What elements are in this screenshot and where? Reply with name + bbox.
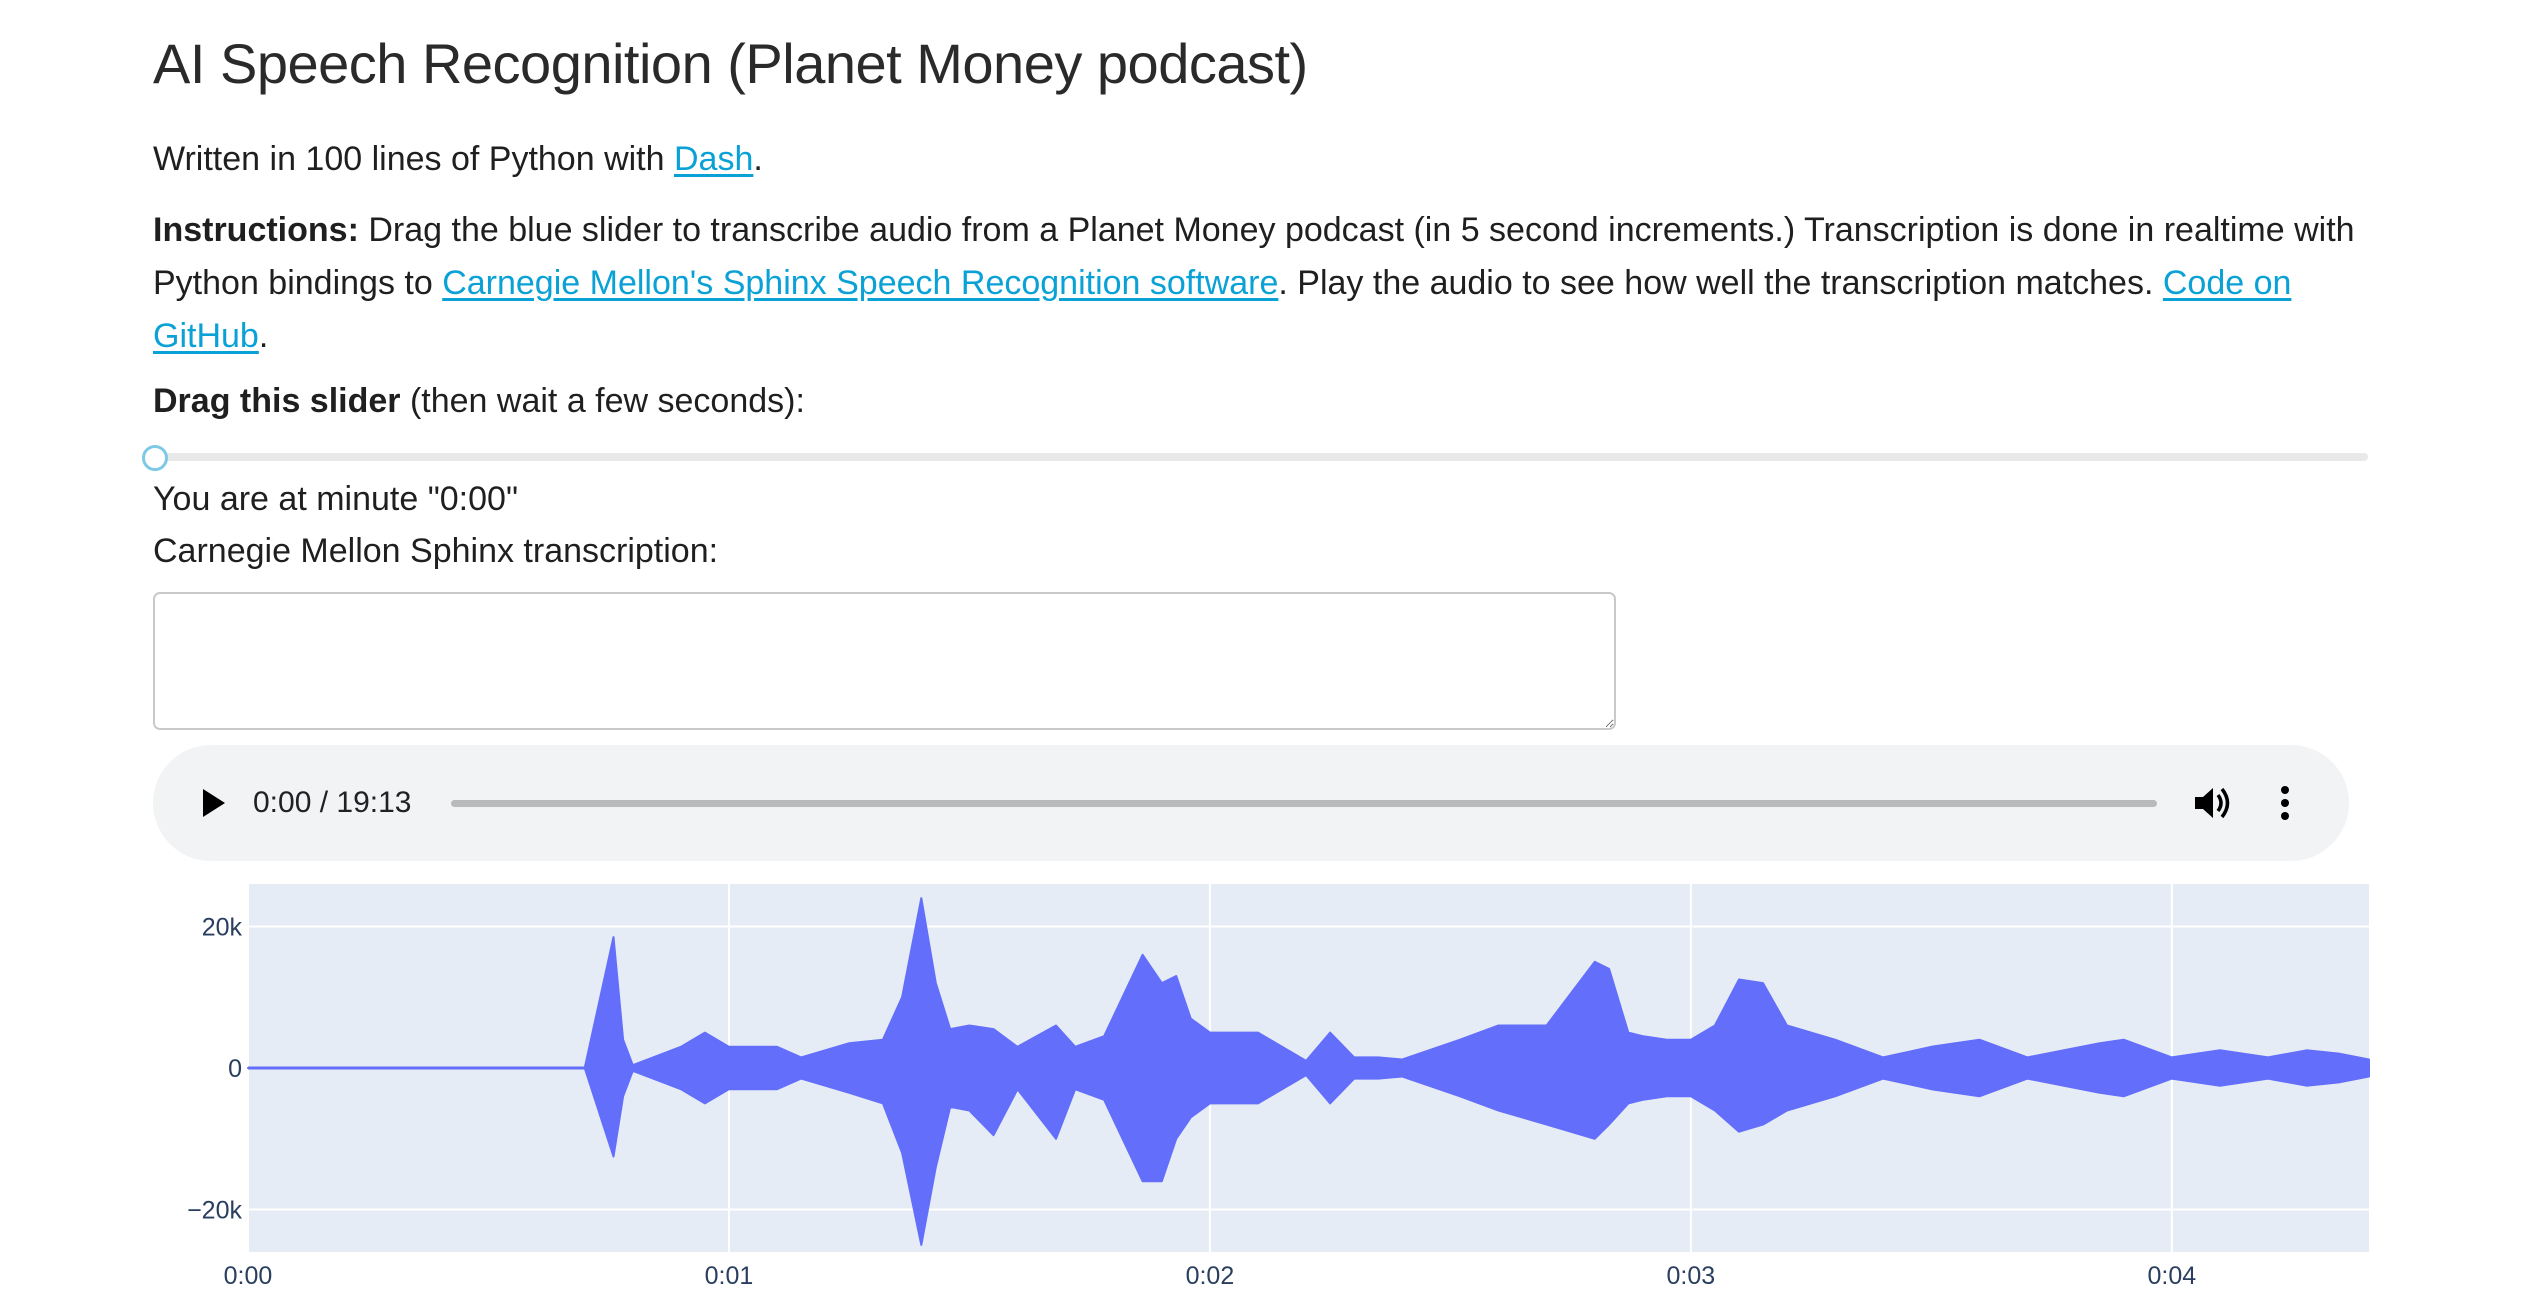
audio-player: 0:00 / 19:13 bbox=[153, 745, 2349, 861]
more-options-button[interactable] bbox=[2273, 781, 2297, 825]
slider-rail[interactable] bbox=[152, 453, 2368, 461]
slider-handle[interactable] bbox=[142, 445, 168, 471]
x-tick-label: 0:02 bbox=[1186, 1262, 1235, 1290]
x-tick-label: 0:04 bbox=[2147, 1262, 2196, 1290]
plot-background bbox=[248, 884, 2369, 1252]
page-title: AI Speech Recognition (Planet Money podc… bbox=[153, 32, 1308, 95]
time-display: 0:00 / 19:13 bbox=[253, 786, 412, 819]
current-minute-text: You are at minute "0:00" bbox=[153, 480, 519, 518]
slider-label-bold: Drag this slider bbox=[153, 382, 401, 420]
volume-button[interactable] bbox=[2191, 781, 2235, 825]
volume-icon bbox=[2195, 787, 2230, 819]
slider-label: Drag this slider (then wait a few second… bbox=[153, 380, 805, 422]
written-suffix: . bbox=[753, 140, 763, 178]
more-vertical-icon bbox=[2281, 786, 2289, 820]
waveform-series bbox=[247, 897, 2370, 1246]
instructions-text-2: . Play the audio to see how well the tra… bbox=[1278, 264, 2163, 302]
app-page: AI Speech Recognition (Planet Money podc… bbox=[0, 0, 2542, 1313]
x-tick-label: 0:01 bbox=[705, 1262, 754, 1290]
x-tick-label: 0:00 bbox=[224, 1262, 273, 1290]
minute-slider[interactable] bbox=[142, 445, 2368, 471]
y-tick-label: 20k bbox=[202, 913, 243, 941]
instructions-text-3: . bbox=[258, 317, 269, 355]
instructions-bold-label: Instructions: bbox=[153, 211, 359, 249]
transcription-textarea[interactable] bbox=[153, 592, 1616, 730]
sphinx-link[interactable]: Carnegie Mellon's Sphinx Speech Recognit… bbox=[442, 264, 1278, 302]
transcription-label: Carnegie Mellon Sphinx transcription: bbox=[153, 532, 719, 570]
written-with-text: Written in 100 lines of Python with Dash… bbox=[153, 138, 763, 180]
y-tick-label: −20k bbox=[187, 1197, 242, 1225]
dash-link[interactable]: Dash bbox=[674, 140, 753, 178]
play-icon bbox=[203, 789, 225, 817]
slider-label-rest: (then wait a few seconds): bbox=[400, 382, 805, 420]
y-tick-label: 0 bbox=[228, 1055, 242, 1083]
play-button[interactable] bbox=[193, 783, 233, 823]
written-prefix: Written in 100 lines of Python with bbox=[153, 140, 674, 178]
instructions-paragraph: Instructions: Drag the blue slider to tr… bbox=[153, 204, 2373, 363]
x-tick-label: 0:03 bbox=[1667, 1262, 1716, 1290]
audio-progress-bar[interactable] bbox=[451, 800, 2157, 807]
